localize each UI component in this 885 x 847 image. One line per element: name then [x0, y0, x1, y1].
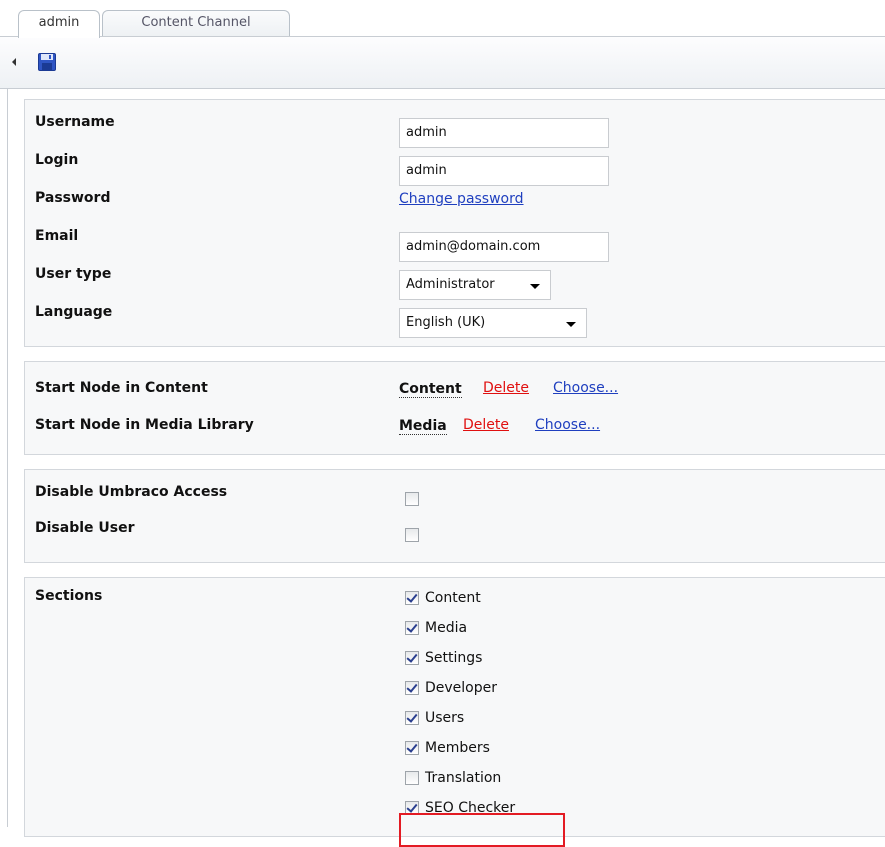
username-label: Username — [35, 114, 115, 130]
user-type-value: Administrator — [406, 277, 495, 292]
section-label-developer: Developer — [425, 680, 498, 696]
start-node-media-label: Start Node in Media Library — [35, 417, 254, 433]
section-checkbox-media[interactable] — [405, 621, 419, 635]
user-type-select[interactable]: Administrator — [399, 270, 551, 300]
password-label: Password — [35, 190, 111, 206]
choose-media-node-link[interactable]: Choose... — [535, 417, 600, 433]
section-checkbox-developer[interactable] — [405, 681, 419, 695]
chevron-down-icon — [530, 284, 540, 289]
change-password-link[interactable]: Change password — [399, 191, 524, 207]
disable-user-label: Disable User — [35, 520, 135, 536]
section-checkbox-settings[interactable] — [405, 651, 419, 665]
tab-bar: admin Content Channel — [0, 0, 885, 38]
access-panel: Disable Umbraco Access Disable User — [24, 469, 885, 563]
caret-left-icon[interactable] — [12, 58, 16, 66]
section-label-content: Content — [425, 590, 481, 606]
delete-content-node-link[interactable]: Delete — [483, 380, 529, 396]
login-label: Login — [35, 152, 79, 168]
start-nodes-panel: Start Node in Content Content Delete Cho… — [24, 361, 885, 455]
section-checkbox-members[interactable] — [405, 741, 419, 755]
disable-umbraco-access-checkbox[interactable] — [405, 492, 419, 506]
email-label: Email — [35, 228, 79, 244]
floppy-disk-icon[interactable] — [38, 53, 56, 71]
start-node-content-label: Start Node in Content — [35, 380, 208, 396]
section-label-members: Members — [425, 740, 490, 756]
sections-label: Sections — [35, 588, 103, 604]
language-label: Language — [35, 304, 113, 320]
language-value: English (UK) — [406, 315, 486, 330]
delete-media-node-link[interactable]: Delete — [463, 417, 509, 433]
section-checkbox-translation[interactable] — [405, 771, 419, 785]
section-label-media: Media — [425, 620, 468, 636]
disable-user-checkbox[interactable] — [405, 528, 419, 542]
section-checkbox-users[interactable] — [405, 711, 419, 725]
disable-umbraco-access-label: Disable Umbraco Access — [35, 484, 228, 500]
sections-panel: Sections Content Media Settings Develope… — [24, 577, 885, 847]
user-edit-page: Username admin Login admin Password Chan… — [7, 89, 885, 847]
login-input[interactable]: admin — [399, 156, 609, 186]
user-type-label: User type — [35, 266, 112, 282]
choose-content-node-link[interactable]: Choose... — [553, 380, 618, 396]
toolbar — [0, 36, 885, 89]
section-checkbox-content[interactable] — [405, 591, 419, 605]
language-select[interactable]: English (UK) — [399, 308, 587, 338]
section-label-translation: Translation — [425, 770, 502, 786]
section-label-users: Users — [425, 710, 465, 726]
user-details-panel: Username admin Login admin Password Chan… — [24, 99, 885, 347]
start-node-media-value: Media — [399, 418, 447, 435]
email-input[interactable]: admin@domain.com — [399, 232, 609, 262]
start-node-content-value: Content — [399, 381, 462, 398]
tab-admin[interactable]: admin — [18, 10, 100, 38]
chevron-down-icon — [566, 322, 576, 327]
username-input[interactable]: admin — [399, 118, 609, 148]
tab-content-channel[interactable]: Content Channel — [102, 10, 290, 36]
seo-checker-highlight-box — [399, 813, 565, 847]
section-label-settings: Settings — [425, 650, 483, 666]
